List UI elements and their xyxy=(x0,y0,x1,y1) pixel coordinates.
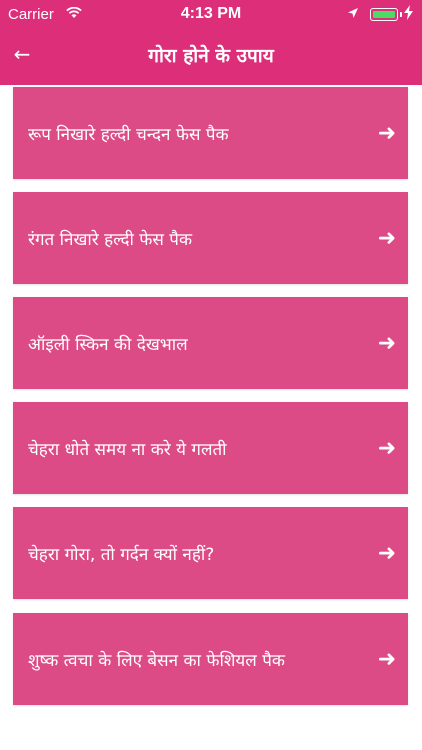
list-item[interactable]: रूप निखारे हल्दी चन्दन फेस पैक ➜ xyxy=(13,87,408,179)
list-item-label: रंगत निखारे हल्दी फेस पैक xyxy=(28,229,193,250)
arrow-right-icon: ➜ xyxy=(377,435,396,461)
list-item-label: चेहरा धोते समय ना करे ये गलती xyxy=(28,439,227,460)
list-item-label: शुष्क त्वचा के लिए बेसन का फेशियल पैक xyxy=(28,650,285,671)
location-arrow-icon xyxy=(347,6,359,23)
arrow-right-icon: ➜ xyxy=(377,225,396,251)
arrow-right-icon: ➜ xyxy=(377,646,396,672)
arrow-right-icon: ➜ xyxy=(377,120,396,146)
battery-icon xyxy=(370,8,398,21)
list-item[interactable]: चेहरा धोते समय ना करे ये गलती ➜ xyxy=(13,402,408,494)
charging-bolt-icon xyxy=(404,5,413,23)
arrow-right-icon: ➜ xyxy=(377,330,396,356)
arrow-right-icon: ➜ xyxy=(377,540,396,566)
app-header: Carrier 4:13 PM ← गोरा होने के उपाय xyxy=(0,0,422,85)
list-item[interactable]: ऑइली स्किन की देखभाल ➜ xyxy=(13,297,408,389)
list-item-label: चेहरा गोरा, तो गर्दन क्यों नहीं? xyxy=(28,544,215,565)
list-item[interactable]: चेहरा गोरा, तो गर्दन क्यों नहीं? ➜ xyxy=(13,507,408,599)
page-title: गोरा होने के उपाय xyxy=(148,45,274,67)
list-item-label: रूप निखारे हल्दी चन्दन फेस पैक xyxy=(28,124,229,145)
list-item-label: ऑइली स्किन की देखभाल xyxy=(28,334,188,355)
list-item[interactable]: रंगत निखारे हल्दी फेस पैक ➜ xyxy=(13,192,408,284)
status-bar: Carrier 4:13 PM xyxy=(0,0,422,30)
battery-tip xyxy=(400,12,402,17)
nav-bar: ← गोरा होने के उपाय xyxy=(0,30,422,85)
list-item[interactable]: शुष्क त्वचा के लिए बेसन का फेशियल पैक ➜ xyxy=(13,613,408,705)
